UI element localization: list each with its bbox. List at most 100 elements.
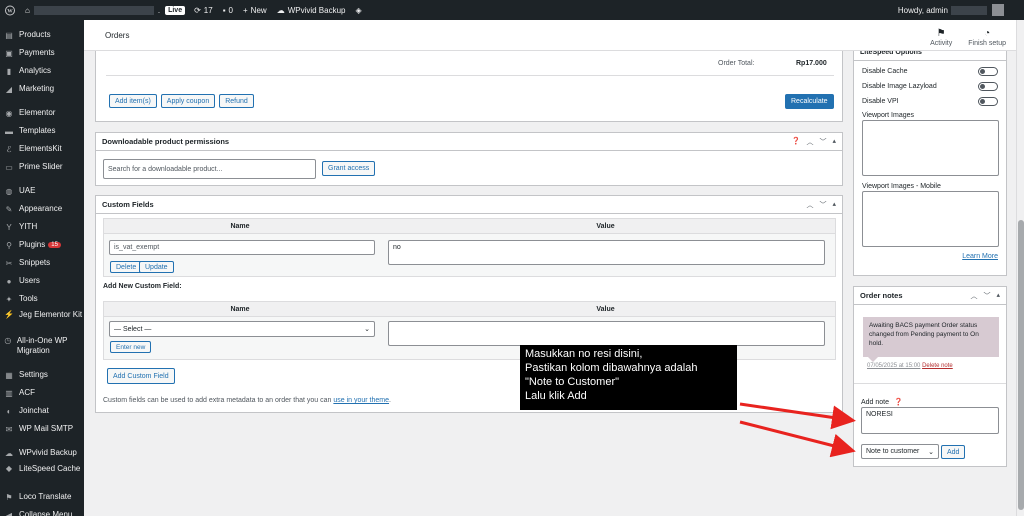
wpvivid-adminbar-link[interactable]: ☁ WPvivid Backup bbox=[272, 0, 351, 20]
move-down-icon[interactable]: ﹀ bbox=[983, 291, 990, 301]
sidebar-item-yith[interactable]: Y YITH bbox=[0, 218, 84, 236]
sidebar-item-label: Appearance bbox=[19, 204, 63, 213]
add-note-textarea[interactable]: NORESI bbox=[861, 407, 999, 434]
move-down-icon[interactable]: ﹀ bbox=[819, 200, 826, 210]
download-search-input[interactable]: Search for a downloadable product... bbox=[103, 159, 316, 179]
sidebar-item-elementor[interactable]: ◉ Elementor bbox=[0, 104, 84, 122]
disable-cache-toggle[interactable] bbox=[978, 67, 998, 76]
custom-field-value-input[interactable]: no bbox=[388, 240, 825, 265]
username-redacted bbox=[951, 5, 987, 15]
meta-value-input[interactable] bbox=[388, 321, 825, 346]
disable-vpi-label: Disable VPI bbox=[862, 98, 899, 105]
sidebar-item-jeg-elementor-kit[interactable]: ⚡ Jeg Elementor Kit bbox=[0, 308, 84, 334]
disable-lazyload-label: Disable Image Lazyload bbox=[862, 83, 937, 90]
sidebar-item-label: WP Mail SMTP bbox=[19, 424, 74, 433]
page-title: Orders bbox=[105, 30, 130, 40]
activity-button[interactable]: ⚑ Activity bbox=[930, 28, 952, 47]
updates-link[interactable]: ⟳ 17 bbox=[189, 0, 218, 20]
updates-count: 17 bbox=[203, 5, 213, 15]
sidebar-item-uae[interactable]: ◍ UAE bbox=[0, 182, 84, 200]
collapse-toggle-icon[interactable]: ▴ bbox=[832, 137, 836, 147]
learn-more-link[interactable]: Learn More bbox=[962, 253, 998, 260]
new-content-link[interactable]: + New bbox=[238, 0, 272, 20]
move-up-icon[interactable]: ︿ bbox=[806, 137, 813, 147]
recalculate-button[interactable]: Recalculate bbox=[785, 94, 834, 109]
sidebar-item-loco-translate[interactable]: ⚑ Loco Translate bbox=[0, 488, 84, 506]
sidebar-item-wp-mail-smtp[interactable]: ✉ WP Mail SMTP bbox=[0, 420, 84, 438]
cloud-icon: ☁ bbox=[276, 5, 285, 15]
sidebar-item-label: Settings bbox=[19, 370, 48, 379]
collapse-toggle-icon[interactable]: ▴ bbox=[996, 291, 1000, 301]
move-down-icon[interactable]: ﹀ bbox=[819, 137, 826, 147]
sidebar-item-acf[interactable]: ▥ ACF bbox=[0, 384, 84, 402]
comments-link[interactable]: ▪ 0 bbox=[218, 0, 238, 20]
svg-text:W: W bbox=[7, 8, 13, 14]
callout-line-2: Pastikan kolom dibawahnya adalah bbox=[525, 362, 698, 374]
update-field-button[interactable]: Update bbox=[139, 261, 174, 273]
help-icon[interactable]: ❓ bbox=[792, 137, 801, 147]
help-text: Custom fields can be used to add extra m… bbox=[103, 397, 332, 404]
sidebar-item-analytics[interactable]: ▮ Analytics bbox=[0, 62, 84, 80]
add-items-button[interactable]: Add item(s) bbox=[109, 94, 157, 108]
sidebar-item-litespeed-cache[interactable]: ◆ LiteSpeed Cache bbox=[0, 462, 84, 488]
sidebar-item-elementskit[interactable]: ℰ ElementsKit bbox=[0, 140, 84, 158]
apply-coupon-button[interactable]: Apply coupon bbox=[160, 94, 216, 108]
custom-fields-table: Name Value is_vat_exempt no Delete Updat… bbox=[103, 218, 836, 277]
disable-vpi-toggle[interactable] bbox=[978, 97, 998, 106]
litespeed-adminbar-icon[interactable]: ◈ bbox=[350, 0, 366, 20]
viewport-images-textarea[interactable] bbox=[862, 120, 999, 176]
sidebar-item-templates[interactable]: ▬ Templates bbox=[0, 122, 84, 140]
sidebar-item-users[interactable]: ● Users bbox=[0, 272, 84, 290]
chevron-down-icon: ⌄ bbox=[364, 326, 370, 333]
user-account-menu[interactable]: Howdy, admin bbox=[898, 4, 1024, 16]
add-custom-field-button[interactable]: Add Custom Field bbox=[107, 368, 175, 384]
activity-label: Activity bbox=[930, 39, 953, 47]
snippets-icon: ✂ bbox=[5, 258, 13, 268]
disable-lazyload-toggle[interactable] bbox=[978, 82, 998, 91]
new-label: New bbox=[250, 5, 267, 15]
sidebar-item-tools[interactable]: ✦ Tools bbox=[0, 290, 84, 308]
finish-setup-button[interactable]: ◔ Finish setup bbox=[968, 28, 1006, 47]
wordpress-logo-icon[interactable]: W bbox=[0, 0, 20, 20]
move-up-icon[interactable]: ︿ bbox=[806, 200, 813, 210]
delete-field-button[interactable]: Delete bbox=[110, 261, 143, 273]
sidebar-item-appearance[interactable]: ✎ Appearance bbox=[0, 200, 84, 218]
sidebar-item-snippets[interactable]: ✂ Snippets bbox=[0, 254, 84, 272]
sidebar-item-products[interactable]: ▤ Products bbox=[0, 26, 84, 44]
add-note-button[interactable]: Add bbox=[941, 445, 966, 459]
note-date: 07/05/2025 at 15:00 bbox=[867, 363, 921, 369]
sidebar-item-joinchat[interactable]: ◐ Joinchat bbox=[0, 402, 84, 420]
updates-icon: ⟳ bbox=[194, 5, 201, 15]
sidebar-item-all-in-one-wp-migration[interactable]: ◷ All-in-One WP Migration bbox=[0, 334, 84, 360]
finish-setup-label: Finish setup bbox=[968, 39, 1006, 47]
refund-button[interactable]: Refund bbox=[219, 94, 254, 108]
use-in-theme-link[interactable]: use in your theme bbox=[333, 397, 389, 404]
scrollbar-thumb[interactable] bbox=[1018, 220, 1024, 510]
meta-key-select[interactable]: — Select — ⌄ bbox=[109, 321, 375, 337]
sidebar-item-wpvivid-backup[interactable]: ☁ WPvivid Backup bbox=[0, 444, 84, 462]
sidebar-item-prime-slider[interactable]: ▭ Prime Slider bbox=[0, 158, 84, 176]
arrow-to-note-type bbox=[739, 420, 856, 458]
sidebar-item-marketing[interactable]: ◢ Marketing bbox=[0, 80, 84, 98]
collapse-toggle-icon[interactable]: ▴ bbox=[832, 200, 836, 210]
sidebar-item-label: ElementsKit bbox=[19, 144, 62, 153]
page-scrollbar[interactable] bbox=[1016, 20, 1024, 516]
disable-cache-row: Disable Cache bbox=[862, 64, 998, 79]
custom-fields-title: Custom Fields bbox=[102, 200, 154, 209]
sidebar-item-payments[interactable]: ▣ Payments bbox=[0, 44, 84, 62]
custom-field-name-input[interactable]: is_vat_exempt bbox=[109, 240, 375, 255]
order-note-bubble: Awaiting BACS payment Order status chang… bbox=[863, 317, 999, 357]
move-up-icon[interactable]: ︿ bbox=[970, 291, 977, 301]
marketing-icon: ◢ bbox=[5, 84, 13, 94]
grant-access-button[interactable]: Grant access bbox=[322, 161, 376, 176]
enter-new-button[interactable]: Enter new bbox=[110, 341, 152, 353]
viewport-images-mobile-textarea[interactable] bbox=[862, 191, 999, 247]
delete-note-link[interactable]: Delete note bbox=[922, 363, 953, 369]
sidebar-item-settings[interactable]: ▦ Settings bbox=[0, 366, 84, 384]
site-home-link[interactable]: ⌂ . bbox=[20, 0, 165, 20]
sidebar-item-collapse-menu[interactable]: ◀ Collapse Menu bbox=[0, 506, 84, 516]
note-type-select[interactable]: Note to customer ⌄ bbox=[861, 444, 939, 459]
sidebar-item-plugins[interactable]: ⚲ Plugins 15 bbox=[0, 236, 84, 254]
disable-vpi-row: Disable VPI bbox=[862, 94, 998, 109]
loco-icon: ⚑ bbox=[5, 492, 13, 502]
